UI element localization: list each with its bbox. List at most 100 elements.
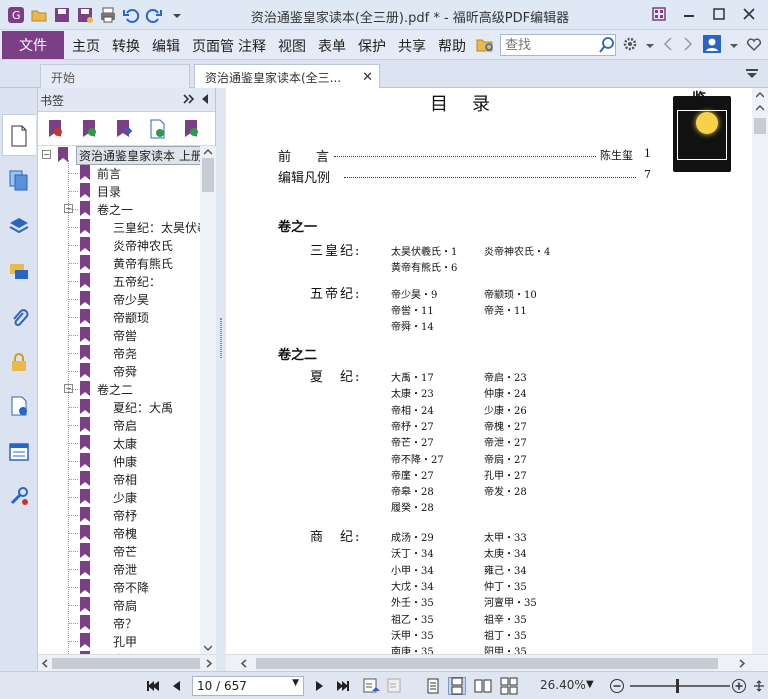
menu-comment[interactable]: 注释 bbox=[238, 36, 266, 56]
settings-gear-icon[interactable] bbox=[622, 36, 638, 55]
bookmark-item[interactable]: 五帝纪： bbox=[38, 272, 200, 290]
menu-edit[interactable]: 编辑 bbox=[152, 36, 180, 56]
splitter-grip[interactable] bbox=[220, 318, 222, 358]
bookmark-item[interactable]: 少康 bbox=[38, 488, 200, 506]
settings-dropdown-icon[interactable] bbox=[646, 39, 654, 53]
bookmark-item[interactable]: 三皇纪：太昊伏羲 bbox=[38, 218, 200, 236]
tab-list-dropdown-icon[interactable] bbox=[746, 68, 758, 82]
save-icon[interactable] bbox=[52, 5, 72, 25]
zoom-dropdown-icon[interactable]: ▼ bbox=[586, 679, 594, 690]
bookmark-vertical-scrollbar[interactable] bbox=[200, 146, 216, 654]
bookmark-item[interactable]: 帝不降 bbox=[38, 578, 200, 596]
doc-scroll-right-icon[interactable] bbox=[738, 659, 746, 668]
add-bookmark-icon[interactable] bbox=[78, 118, 100, 140]
menu-view[interactable]: 视图 bbox=[278, 36, 306, 56]
menu-help[interactable]: 帮助 bbox=[438, 36, 466, 56]
continuous-view-icon[interactable] bbox=[448, 677, 466, 695]
bookmark-item[interactable]: 帝？ bbox=[38, 614, 200, 632]
tools-wrench-icon[interactable] bbox=[7, 484, 31, 508]
menu-page[interactable]: 页面管 bbox=[192, 36, 234, 56]
bookmark-properties-icon[interactable] bbox=[180, 118, 202, 140]
bookmark-item[interactable]: 帝喾 bbox=[38, 326, 200, 344]
collapse-panel-icon[interactable] bbox=[201, 93, 209, 108]
page-thumbnails-icon[interactable] bbox=[7, 168, 31, 192]
bookmark-item[interactable]: 帝颛顼 bbox=[38, 308, 200, 326]
pdf-page[interactable]: 目录 鉴 前 言 陈生玺 1 编辑凡例 7 卷之一 三皇纪: 太昊伏羲氏・1 炎帝神农氏・4 黄帝… bbox=[226, 88, 752, 654]
bookmark-item[interactable]: 帝舜 bbox=[38, 362, 200, 380]
tip-lightbulb-icon[interactable] bbox=[696, 112, 718, 134]
customize-dropdown-icon[interactable] bbox=[167, 5, 187, 25]
previous-view-icon[interactable] bbox=[362, 677, 380, 695]
bookmark-item[interactable]: 帝泄 bbox=[38, 560, 200, 578]
page-dropdown-icon[interactable]: ▼ bbox=[292, 678, 299, 688]
bookmark-item[interactable]: 炎帝神农氏 bbox=[38, 236, 200, 254]
bookmark-item[interactable]: 帝杼 bbox=[38, 506, 200, 524]
panel-splitter[interactable] bbox=[216, 88, 226, 671]
bookmark-hscroll-thumb[interactable] bbox=[52, 658, 200, 669]
last-page-icon[interactable] bbox=[334, 677, 352, 695]
security-lock-icon[interactable] bbox=[7, 350, 31, 374]
ribbon-display-icon[interactable] bbox=[646, 4, 672, 24]
bookmark-vscroll-thumb[interactable] bbox=[202, 158, 214, 192]
content-panel-icon[interactable] bbox=[7, 440, 31, 464]
zoom-out-icon[interactable] bbox=[608, 677, 626, 695]
next-nav-icon[interactable] bbox=[682, 36, 694, 55]
bookmark-item[interactable]: − 卷之一 bbox=[38, 200, 200, 218]
find-folder-icon[interactable] bbox=[476, 36, 496, 57]
layers-icon[interactable] bbox=[7, 214, 31, 238]
menu-convert[interactable]: 转换 bbox=[112, 36, 140, 56]
move-bookmark-icon[interactable] bbox=[112, 118, 134, 140]
print-icon[interactable] bbox=[98, 5, 118, 25]
save-as-icon[interactable] bbox=[75, 5, 95, 25]
bookmark-item[interactable]: 帝少昊 bbox=[38, 290, 200, 308]
tab-close-icon[interactable]: ✕ bbox=[362, 70, 373, 85]
bookmark-item[interactable]: 帝扃 bbox=[38, 596, 200, 614]
user-account-icon[interactable] bbox=[702, 34, 722, 57]
tree-expander-icon[interactable]: − bbox=[42, 150, 51, 159]
close-window-icon[interactable] bbox=[736, 4, 762, 24]
tab-document[interactable]: 资治通鉴皇家读本(全三... ✕ bbox=[194, 64, 380, 88]
zoom-slider-thumb[interactable] bbox=[676, 679, 679, 693]
bookmark-panel-icon[interactable] bbox=[7, 124, 31, 148]
bookmark-item[interactable]: 帝槐 bbox=[38, 524, 200, 542]
bookmark-item[interactable]: 夏纪：大禹 bbox=[38, 398, 200, 416]
file-menu-button[interactable]: 文件 bbox=[2, 31, 64, 59]
expand-panel-icon[interactable] bbox=[183, 93, 195, 108]
bookmark-item[interactable]: 前言 bbox=[38, 164, 200, 182]
previous-page-icon[interactable] bbox=[168, 677, 186, 695]
document-vertical-scrollbar[interactable] bbox=[752, 88, 768, 654]
bookmark-item[interactable]: 目录 bbox=[38, 182, 200, 200]
undo-icon[interactable] bbox=[121, 5, 141, 25]
doc-scroll-page-icon[interactable] bbox=[756, 104, 764, 112]
bookmark-horizontal-scrollbar[interactable] bbox=[38, 654, 216, 671]
signatures-icon[interactable] bbox=[7, 394, 31, 418]
fit-options-icon[interactable] bbox=[750, 677, 768, 695]
zoom-slider-track[interactable] bbox=[630, 685, 730, 687]
bookmark-item[interactable]: 孔甲 bbox=[38, 632, 200, 650]
single-page-view-icon[interactable] bbox=[424, 677, 442, 695]
bookmark-item[interactable]: − 卷之二 bbox=[38, 380, 200, 398]
redo-icon[interactable] bbox=[144, 5, 164, 25]
doc-scroll-left-icon[interactable] bbox=[240, 659, 248, 668]
scroll-left-icon[interactable] bbox=[41, 659, 49, 668]
account-dropdown-icon[interactable] bbox=[730, 39, 738, 53]
first-page-icon[interactable] bbox=[144, 677, 162, 695]
document-horizontal-scrollbar[interactable] bbox=[226, 654, 768, 671]
bookmark-item[interactable]: 帝相 bbox=[38, 470, 200, 488]
bookmark-item[interactable]: 帝芒 bbox=[38, 542, 200, 560]
next-page-icon[interactable] bbox=[310, 677, 328, 695]
scroll-down-icon[interactable] bbox=[204, 644, 212, 652]
favorite-heart-icon[interactable] bbox=[746, 36, 762, 55]
menu-share[interactable]: 共享 bbox=[398, 36, 426, 56]
bookmark-item[interactable]: 太康 bbox=[38, 434, 200, 452]
document-hscroll-thumb[interactable] bbox=[256, 658, 718, 669]
page-number-field[interactable]: 10 / 657 ▼ bbox=[192, 676, 304, 696]
search-icon[interactable] bbox=[598, 36, 616, 57]
zoom-level[interactable]: 26.40% bbox=[540, 678, 586, 692]
bookmark-root[interactable]: − 资治通鉴皇家读本 上册 bbox=[38, 146, 200, 165]
app-logo-icon[interactable]: G bbox=[6, 5, 26, 25]
continuous-facing-view-icon[interactable] bbox=[500, 677, 518, 695]
restore-icon[interactable] bbox=[706, 4, 732, 24]
zoom-in-icon[interactable] bbox=[730, 677, 748, 695]
bookmark-item[interactable]: 帝启 bbox=[38, 416, 200, 434]
